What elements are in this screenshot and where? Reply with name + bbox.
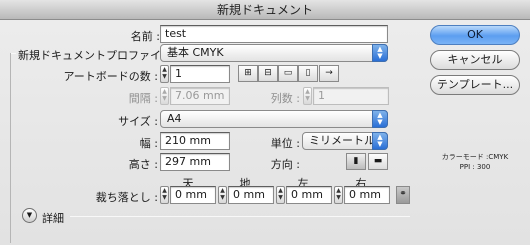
width-label: 幅 : [139,137,158,150]
spacing-label: 間隔 : [128,92,158,105]
profile-popup[interactable]: 基本 CMYK ▲ ▼ [160,44,388,62]
arrange-by-row-icon[interactable]: ▭ [278,65,298,82]
bleed-left-stepper[interactable]: ▲ ▼ [276,186,285,204]
bleed-top-field[interactable]: 0 mm [170,186,216,204]
height-label: 高さ : [128,158,158,171]
cancel-button[interactable]: キャンセル [430,50,520,70]
size-popup[interactable]: A4 ▲ ▼ [160,110,388,128]
ppi-info: PPI : 300 [459,163,491,171]
spacing-stepper: ▲ ▼ [160,87,169,105]
bleed-label: 裁ち落とし : [95,191,158,204]
grid-by-column-icon[interactable]: ⊟ [258,65,278,82]
bleed-right-field[interactable]: 0 mm [344,186,390,204]
color-mode-info: カラーモード :CMYK [441,153,509,161]
landscape-icon[interactable]: ▬ [368,153,388,170]
advanced-divider [70,216,410,217]
units-popup[interactable]: ミリメートル ▲ ▼ [302,132,388,150]
columns-stepper: ▲ ▼ [303,87,312,105]
units-label: 単位 : [270,137,300,150]
bleed-left-field[interactable]: 0 mm [286,186,332,204]
profile-label: 新規ドキュメントプロファイル : [18,49,180,62]
width-field[interactable]: 210 mm [160,132,230,150]
grid-by-row-icon[interactable]: ⊞ [238,65,258,82]
popup-arrows-icon: ▲ ▼ [372,110,388,128]
group-border [10,53,11,243]
popup-arrows-icon: ▲ ▼ [372,44,388,62]
arrange-by-column-icon[interactable]: ▯ [298,65,318,82]
window-title: 新規ドキュメント [0,0,530,20]
artboards-stepper[interactable]: ▲ ▼ [160,65,169,83]
ok-button[interactable]: OK [430,25,520,45]
size-label: サイズ : [118,115,158,128]
portrait-icon[interactable]: ▮ [346,153,366,170]
link-icon[interactable]: ⚭ [396,186,410,204]
bleed-right-stepper[interactable]: ▲ ▼ [334,186,343,204]
bleed-bottom-stepper[interactable]: ▲ ▼ [218,186,227,204]
bleed-top-stepper[interactable]: ▲ ▼ [160,186,169,204]
name-label: 名前 : [130,30,160,43]
new-document-dialog: 名前 : test 新規ドキュメントプロファイル : 基本 CMYK ▲ ▼ アー… [0,20,530,245]
artboards-label: アートボードの数 : [63,70,158,83]
templates-button[interactable]: テンプレート... [430,75,520,95]
orientation-label: 方向 : [270,158,300,171]
artboards-field[interactable]: 1 [170,65,230,83]
name-field[interactable]: test [160,25,388,43]
bleed-bottom-field[interactable]: 0 mm [228,186,274,204]
profile-value: 基本 CMYK [167,46,224,59]
columns-label: 列数 : [270,92,300,105]
popup-arrows-icon: ▲ ▼ [372,132,388,150]
size-value: A4 [167,112,182,125]
right-to-left-icon[interactable]: → [319,65,339,82]
height-field[interactable]: 297 mm [160,153,230,171]
columns-field: 1 [313,87,389,105]
spacing-field: 7.06 mm [170,87,230,105]
units-value: ミリメートル [309,134,375,147]
advanced-disclosure-icon[interactable]: ▼ [22,208,37,223]
advanced-label: 詳細 [42,212,64,225]
